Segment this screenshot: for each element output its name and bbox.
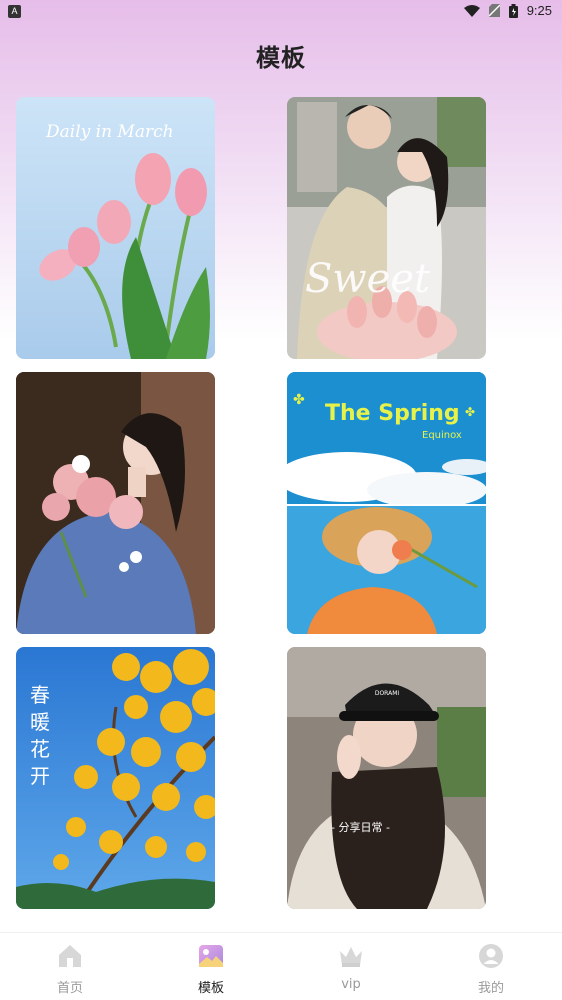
- status-bar: A 9:25: [0, 0, 562, 24]
- template-overlay-text: The Spring: [325, 401, 460, 426]
- user-icon: [479, 944, 503, 968]
- template-image-woman-roses: [16, 372, 215, 634]
- template-overlay-subtext: Equinox: [422, 430, 462, 441]
- template-card-daily-march[interactable]: Daily in March: [16, 97, 215, 359]
- template-overlay-text: Sweet: [305, 256, 431, 302]
- template-card-spring-equinox[interactable]: The Spring Equinox ✤ ✤: [287, 372, 486, 634]
- tab-mine[interactable]: 我的: [431, 933, 551, 1000]
- clover-icon: ✤: [465, 405, 475, 419]
- tab-mine-label: 我的: [477, 981, 504, 996]
- tab-templates-label: 模板: [197, 981, 224, 996]
- status-time: 9:25: [526, 3, 552, 18]
- picture-icon: [199, 945, 223, 967]
- crown-icon: [340, 947, 362, 967]
- template-card-flowers-portrait[interactable]: [16, 372, 215, 634]
- home-icon: [59, 945, 81, 967]
- template-overlay-text: Daily in March: [45, 122, 174, 142]
- page-title: 模板: [256, 44, 306, 72]
- template-image-cap-girl: DORAMI - 分享日常 -: [287, 647, 486, 909]
- bottom-tab-bar: 首页 模板 vip 我的: [0, 932, 562, 1000]
- template-image-yellow-blossoms: 春暖花开: [16, 647, 215, 909]
- cap-logo-text: DORAMI: [375, 690, 400, 697]
- template-card-sweet[interactable]: Sweet: [287, 97, 486, 359]
- template-image-spring: The Spring Equinox ✤ ✤: [287, 372, 486, 634]
- tab-home-label: 首页: [56, 981, 83, 996]
- battery-icon: [508, 3, 518, 18]
- template-image-tulips: Daily in March: [16, 97, 215, 359]
- template-card-spring-blossom[interactable]: 春暖花开: [16, 647, 215, 909]
- template-card-share-daily[interactable]: DORAMI - 分享日常 -: [287, 647, 486, 909]
- tab-templates[interactable]: 模板: [151, 933, 271, 1000]
- tab-home[interactable]: 首页: [10, 933, 130, 1000]
- tab-vip[interactable]: vip: [291, 933, 411, 1000]
- no-sim-icon: [488, 4, 500, 17]
- notification-app-icon: A: [8, 5, 21, 18]
- tab-vip-label: vip: [341, 977, 361, 992]
- template-image-couple: Sweet: [287, 97, 486, 359]
- clover-icon: ✤: [293, 392, 305, 408]
- wifi-icon: [463, 4, 480, 17]
- template-overlay-text: - 分享日常 -: [331, 820, 390, 834]
